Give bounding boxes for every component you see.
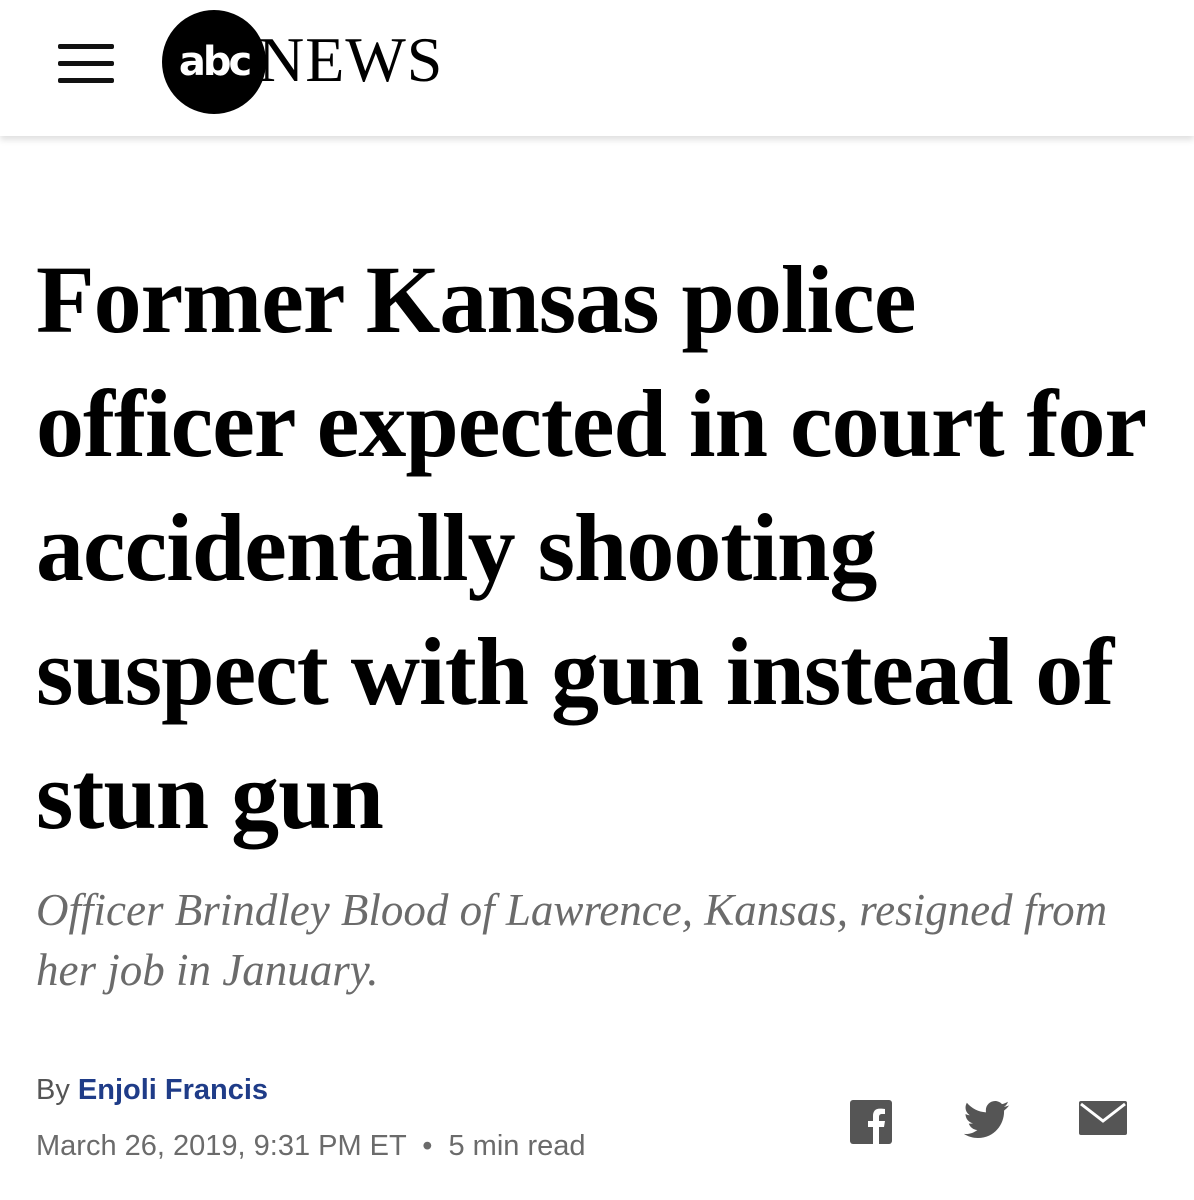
author-link[interactable]: Enjoli Francis (78, 1074, 268, 1106)
publish-date: March 26, 2019, 9:31 PM ET (36, 1130, 407, 1162)
dateline: March 26, 2019, 9:31 PM ET • 5 min read (36, 1130, 586, 1163)
facebook-icon[interactable] (850, 1100, 892, 1144)
separator-dot: • (422, 1130, 433, 1162)
article-headline: Former Kansas police officer expected in… (36, 246, 1145, 849)
article-subheadline: Officer Brindley Blood of Lawrence, Kans… (36, 885, 1108, 995)
email-icon[interactable] (1078, 1100, 1128, 1144)
byline: By Enjoli Francis (36, 1074, 268, 1107)
site-header: abc NEWS (0, 0, 1194, 136)
hamburger-menu-icon[interactable] (58, 44, 114, 84)
abc-logo-mark: abc (162, 10, 266, 114)
byline-prefix: By (36, 1074, 70, 1106)
twitter-icon[interactable] (963, 1100, 1010, 1144)
abc-news-logo[interactable]: abc NEWS (162, 10, 444, 114)
logo-news-word: NEWS (258, 24, 444, 95)
read-time: 5 min read (448, 1130, 586, 1162)
